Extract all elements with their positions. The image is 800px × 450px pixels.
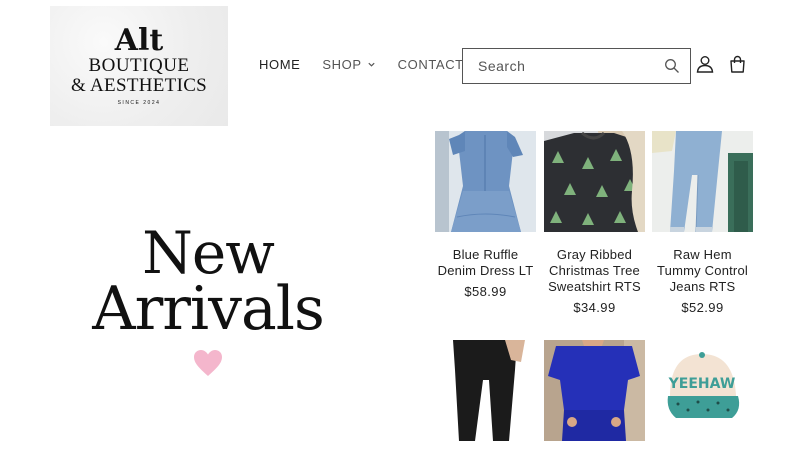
product-image[interactable] xyxy=(652,131,753,232)
tree-sweatshirt-image xyxy=(544,131,645,232)
search-placeholder: Search xyxy=(478,58,526,74)
yeehaw-hat-image: YEEHAW xyxy=(652,340,753,441)
logo-line-boutique: BOUTIQUE xyxy=(88,55,190,76)
nav-shop-label: SHOP xyxy=(322,57,362,72)
chevron-down-icon xyxy=(368,62,375,67)
nav-home-label: HOME xyxy=(259,57,301,72)
product-image[interactable] xyxy=(544,131,645,232)
logo-line-alt: Alt xyxy=(114,23,164,58)
product-image[interactable] xyxy=(435,340,536,441)
cart-icon[interactable] xyxy=(728,55,747,74)
product-image[interactable] xyxy=(435,131,536,232)
store-logo[interactable]: Alt BOUTIQUE & AESTHETICS SINCE 2024 xyxy=(50,6,228,126)
product-price: $34.99 xyxy=(573,300,616,315)
nav-shop[interactable]: SHOP xyxy=(322,57,375,72)
hero-line-2: Arrivals xyxy=(92,274,325,344)
main-nav: HOME SHOP CONTACT xyxy=(259,57,486,72)
heart-icon xyxy=(194,350,222,376)
logo-line-since: SINCE 2024 xyxy=(117,100,161,106)
leggings-image xyxy=(435,340,536,441)
product-card[interactable] xyxy=(435,340,536,450)
search-input[interactable]: Search xyxy=(462,48,691,84)
product-name[interactable]: Blue Ruffle Denim Dress LT xyxy=(435,247,536,279)
jeans-image xyxy=(652,131,753,232)
nav-contact-label: CONTACT xyxy=(397,57,464,72)
product-card[interactable]: Blue Ruffle Denim Dress LT $58.99 xyxy=(435,131,536,299)
nav-contact[interactable]: CONTACT xyxy=(398,57,464,72)
product-image[interactable]: YEEHAW xyxy=(652,340,753,441)
product-card[interactable]: Raw Hem Tummy Control Jeans RTS $52.99 xyxy=(652,131,753,315)
account-icon[interactable] xyxy=(696,55,714,73)
product-name[interactable]: Gray Ribbed Christmas Tree Sweatshirt RT… xyxy=(544,247,645,295)
hero-new-arrivals: New Arrivals xyxy=(78,224,338,340)
logo-line-aesthetics: & AESTHETICS xyxy=(70,75,208,96)
nav-home[interactable]: HOME xyxy=(259,57,300,72)
product-card[interactable]: Gray Ribbed Christmas Tree Sweatshirt RT… xyxy=(544,131,645,315)
product-price: $52.99 xyxy=(681,300,724,315)
product-name[interactable]: Raw Hem Tummy Control Jeans RTS xyxy=(652,247,753,295)
product-card[interactable] xyxy=(544,340,645,450)
hat-text: YEEHAW xyxy=(668,376,736,392)
product-image[interactable] xyxy=(544,340,645,441)
blue-set-image xyxy=(544,340,645,441)
search-icon[interactable] xyxy=(664,58,680,74)
product-price: $58.99 xyxy=(464,284,507,299)
product-card[interactable]: YEEHAW xyxy=(652,340,753,450)
denim-dress-image xyxy=(435,131,536,232)
